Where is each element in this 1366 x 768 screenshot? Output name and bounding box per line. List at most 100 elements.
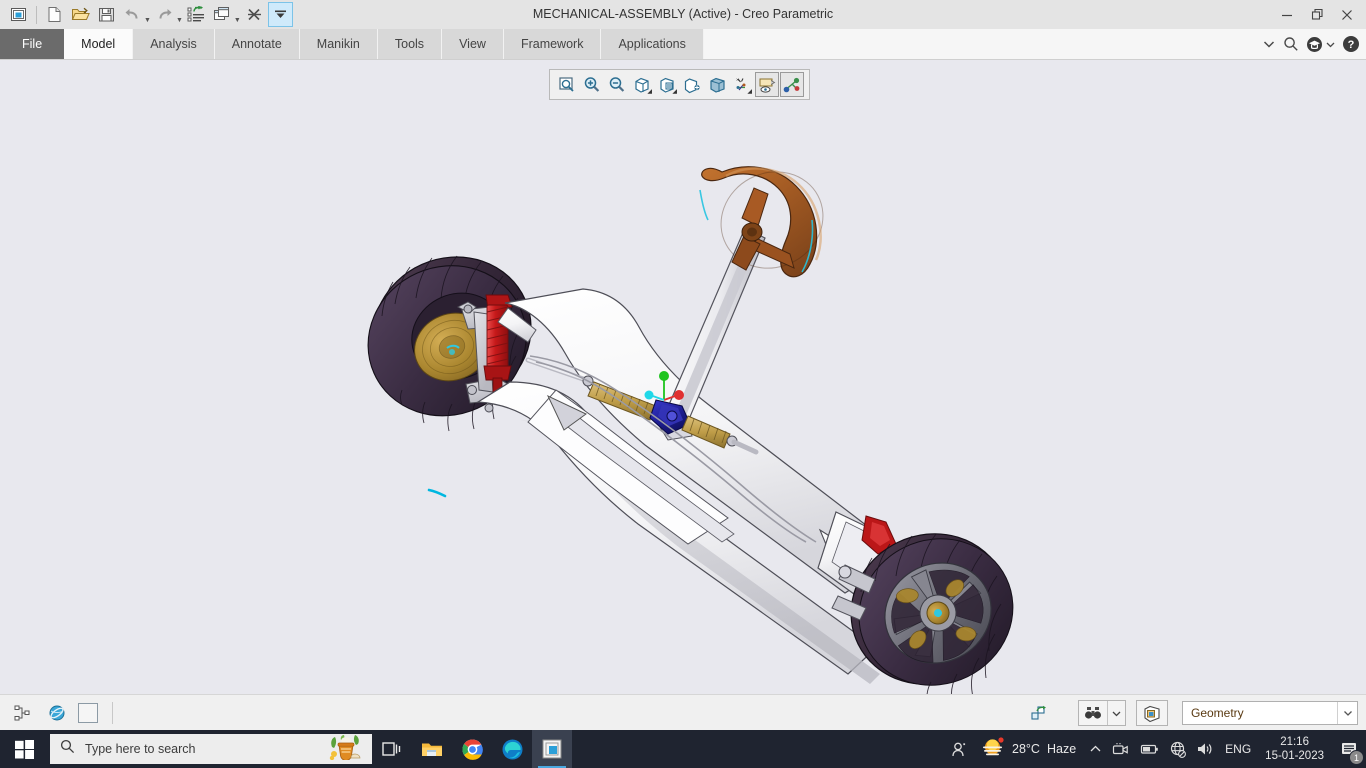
input-language[interactable]: ENG bbox=[1219, 742, 1257, 756]
undo-dropdown-icon[interactable]: ▼ bbox=[144, 17, 151, 24]
annotation-orientation-group bbox=[1136, 700, 1168, 726]
chevron-down-icon[interactable] bbox=[1337, 702, 1357, 724]
quick-access-toolbar: ▼ ▼ ▼ bbox=[0, 0, 293, 29]
status-bar-left bbox=[0, 700, 113, 726]
floating-view-toolbar: ◢ ◢ × ◢ bbox=[549, 69, 810, 100]
battery-icon[interactable] bbox=[1134, 730, 1164, 768]
ribbon-tabs: File Model Analysis Annotate Manikin Too… bbox=[0, 29, 1366, 59]
camera-icon[interactable] bbox=[1107, 730, 1134, 768]
view-manager-icon[interactable]: ◢ bbox=[655, 72, 679, 97]
haze-sun-icon bbox=[981, 736, 1005, 762]
cyan-datum-curve bbox=[427, 488, 447, 498]
chevron-up-icon[interactable] bbox=[1084, 730, 1107, 768]
save-icon[interactable] bbox=[94, 2, 119, 27]
saved-orientations-icon[interactable]: ◢ bbox=[630, 72, 654, 97]
window-switch-icon[interactable] bbox=[210, 2, 235, 27]
notification-count: 1 bbox=[1349, 750, 1364, 765]
learning-dropdown-icon[interactable] bbox=[1326, 40, 1335, 49]
status-bar-right: Geometry bbox=[1022, 695, 1366, 731]
search-dropdown-icon[interactable] bbox=[1107, 701, 1125, 725]
close-window-icon[interactable] bbox=[242, 2, 267, 27]
redo-icon[interactable] bbox=[152, 2, 177, 27]
new-file-icon[interactable] bbox=[42, 2, 67, 27]
file-explorer-icon[interactable] bbox=[412, 730, 452, 768]
taskbar-search[interactable]: Type here to search bbox=[50, 734, 372, 764]
datum-display-filters-icon[interactable]: × ◢ bbox=[730, 72, 754, 97]
edge-icon[interactable] bbox=[492, 730, 532, 768]
chevron-corner-icon[interactable]: ◢ bbox=[647, 89, 652, 95]
tab-view[interactable]: View bbox=[442, 29, 504, 59]
appearance-gallery-icon[interactable] bbox=[680, 72, 704, 97]
zoom-in-icon[interactable] bbox=[580, 72, 604, 97]
learning-connector-icon[interactable] bbox=[1306, 36, 1323, 53]
minimize-button[interactable] bbox=[1272, 2, 1302, 28]
creo-parametric-window: ▼ ▼ ▼ MECHANICAL-ASSEMBLY (Active) - Cre… bbox=[0, 0, 1366, 768]
undo-icon[interactable] bbox=[120, 2, 145, 27]
annotation-orientation-icon[interactable] bbox=[1137, 701, 1167, 725]
system-tray: 28°C Haze ENG 21:16 15-01-2023 1 bbox=[946, 730, 1366, 768]
weather-widget[interactable]: 28°C Haze bbox=[973, 736, 1084, 762]
cad-model[interactable] bbox=[0, 60, 1366, 694]
customize-qat-icon[interactable] bbox=[267, 2, 293, 27]
status-separator bbox=[112, 701, 113, 724]
redo-dropdown-icon[interactable]: ▼ bbox=[176, 17, 183, 24]
steering-wheel bbox=[699, 166, 824, 278]
people-icon[interactable] bbox=[946, 730, 973, 768]
weather-temperature: 28°C bbox=[1012, 742, 1040, 756]
open-folder-icon[interactable] bbox=[68, 2, 93, 27]
window-controls bbox=[1272, 0, 1362, 29]
svg-text:×: × bbox=[736, 77, 739, 83]
clock-time: 21:16 bbox=[1280, 736, 1309, 748]
restore-button[interactable] bbox=[1302, 2, 1332, 28]
zoom-out-icon[interactable] bbox=[605, 72, 629, 97]
weather-condition: Haze bbox=[1046, 742, 1077, 756]
notification-icon[interactable]: 1 bbox=[1332, 730, 1366, 768]
selection-filter-value: Geometry bbox=[1191, 706, 1244, 720]
tab-file[interactable]: File bbox=[0, 29, 65, 59]
search-icon[interactable] bbox=[1283, 36, 1299, 52]
tab-analysis[interactable]: Analysis bbox=[133, 29, 215, 59]
pongal-festival-icon[interactable] bbox=[328, 734, 362, 765]
annotation-display-icon[interactable] bbox=[755, 72, 779, 97]
search-group bbox=[1078, 700, 1126, 726]
graphics-viewport[interactable]: ◢ ◢ × ◢ bbox=[0, 60, 1366, 694]
tab-model[interactable]: Model bbox=[64, 29, 134, 59]
windows-taskbar: Type here to search 28°C Haze ENG 21:16 … bbox=[0, 730, 1366, 768]
taskbar-clock[interactable]: 21:16 15-01-2023 bbox=[1257, 730, 1332, 768]
layer-tree-icon[interactable] bbox=[78, 702, 98, 723]
window-dropdown-icon[interactable]: ▼ bbox=[234, 17, 241, 24]
network-disconnected-icon[interactable] bbox=[1164, 730, 1191, 768]
task-view-icon[interactable] bbox=[372, 730, 412, 768]
close-button[interactable] bbox=[1332, 2, 1362, 28]
tab-tools[interactable]: Tools bbox=[377, 29, 443, 59]
creo-parametric-icon[interactable] bbox=[532, 730, 572, 768]
chevron-corner-icon[interactable]: ◢ bbox=[747, 89, 752, 95]
model-tree-icon[interactable] bbox=[10, 700, 36, 726]
svg-text:?: ? bbox=[1348, 39, 1355, 51]
new-window-icon[interactable] bbox=[6, 2, 31, 27]
clock-date: 15-01-2023 bbox=[1265, 750, 1324, 762]
ribbon-right-controls: ? bbox=[1262, 29, 1360, 59]
tab-manikin[interactable]: Manikin bbox=[299, 29, 378, 59]
regenerate-icon[interactable] bbox=[184, 2, 209, 27]
regenerate-status-icon[interactable] bbox=[1022, 700, 1056, 726]
browser-icon[interactable] bbox=[44, 700, 70, 726]
search-binoculars-icon[interactable] bbox=[1079, 701, 1107, 725]
chevron-corner-icon[interactable]: ◢ bbox=[672, 89, 677, 95]
spin-center-icon[interactable] bbox=[780, 72, 804, 97]
tab-applications[interactable]: Applications bbox=[601, 29, 704, 59]
tab-framework[interactable]: Framework bbox=[503, 29, 602, 59]
title-bar: ▼ ▼ ▼ MECHANICAL-ASSEMBLY (Active) - Cre… bbox=[0, 0, 1366, 29]
qat-separator bbox=[36, 5, 37, 24]
chevron-down-icon[interactable] bbox=[1262, 37, 1276, 51]
display-style-icon[interactable] bbox=[705, 72, 729, 97]
tab-annotate[interactable]: Annotate bbox=[214, 29, 300, 59]
start-button[interactable] bbox=[0, 730, 48, 768]
search-icon bbox=[60, 739, 75, 759]
chrome-icon[interactable] bbox=[452, 730, 492, 768]
chassis-frame bbox=[476, 288, 907, 684]
volume-icon[interactable] bbox=[1191, 730, 1219, 768]
selection-filter[interactable]: Geometry bbox=[1182, 701, 1358, 725]
help-icon[interactable]: ? bbox=[1342, 35, 1360, 53]
zoom-to-fit-icon[interactable] bbox=[555, 72, 579, 97]
